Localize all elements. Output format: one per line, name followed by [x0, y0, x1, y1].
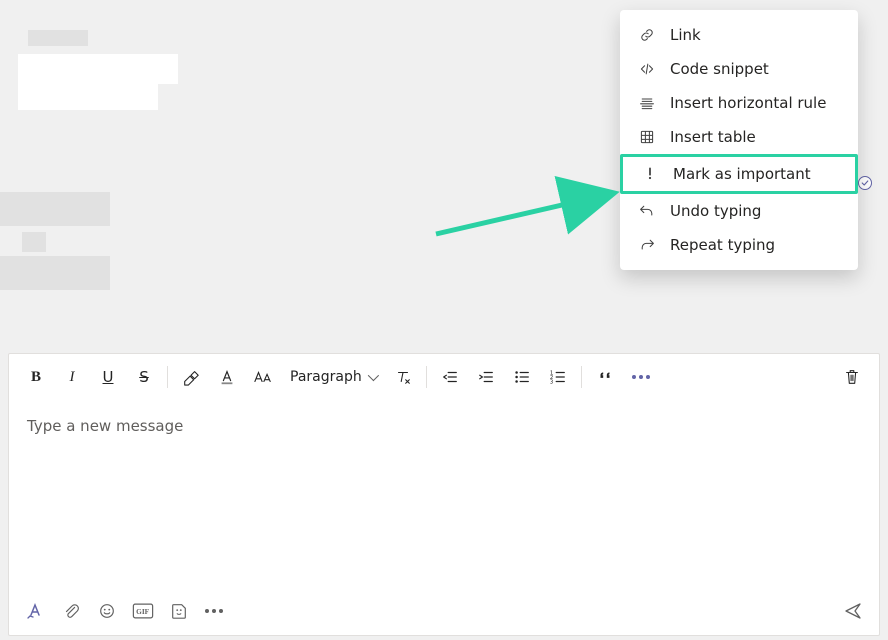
menu-item-label: Insert horizontal rule	[670, 94, 826, 112]
clear-formatting-button[interactable]	[386, 360, 420, 394]
menu-item-insert-hr[interactable]: Insert horizontal rule	[620, 86, 858, 120]
more-options-button[interactable]	[624, 360, 658, 394]
compose-box: B I U S Paragraph 123	[8, 353, 880, 636]
delete-button[interactable]	[835, 360, 869, 394]
menu-item-label: Link	[670, 26, 701, 44]
more-icon	[632, 375, 650, 379]
menu-item-insert-table[interactable]: Insert table	[620, 120, 858, 154]
underline-button[interactable]: U	[91, 360, 125, 394]
more-apps-button[interactable]	[201, 609, 227, 613]
numbered-list-button[interactable]: 123	[541, 360, 575, 394]
menu-item-repeat[interactable]: Repeat typing	[620, 228, 858, 262]
separator	[167, 366, 168, 388]
horizontal-rule-icon	[638, 94, 656, 112]
table-icon	[638, 128, 656, 146]
quote-button[interactable]	[588, 360, 622, 394]
emoji-button[interactable]	[93, 597, 121, 625]
menu-item-label: Mark as important	[673, 165, 811, 183]
undo-icon	[638, 202, 656, 220]
font-color-button[interactable]	[210, 360, 244, 394]
attach-button[interactable]	[57, 597, 85, 625]
format-toolbar: B I U S Paragraph 123	[9, 354, 879, 401]
gif-button[interactable]: GIF	[129, 597, 157, 625]
strikethrough-button[interactable]: S	[127, 360, 161, 394]
paragraph-label: Paragraph	[290, 369, 362, 385]
separator	[581, 366, 582, 388]
menu-item-undo[interactable]: Undo typing	[620, 194, 858, 228]
redo-icon	[638, 236, 656, 254]
menu-item-link[interactable]: Link	[620, 18, 858, 52]
important-icon	[641, 165, 659, 183]
menu-item-label: Undo typing	[670, 202, 761, 220]
menu-item-label: Repeat typing	[670, 236, 775, 254]
seen-indicator	[858, 176, 872, 190]
compose-actions: GIF	[9, 591, 879, 635]
menu-item-mark-important[interactable]: Mark as important	[620, 154, 858, 194]
message-input[interactable]: Type a new message	[9, 401, 879, 591]
menu-item-label: Insert table	[670, 128, 756, 146]
code-icon	[638, 60, 656, 78]
italic-button[interactable]: I	[55, 360, 89, 394]
bold-button[interactable]: B	[19, 360, 53, 394]
highlight-button[interactable]	[174, 360, 208, 394]
send-button[interactable]	[839, 597, 867, 625]
outdent-button[interactable]	[433, 360, 467, 394]
paragraph-style-picker[interactable]: Paragraph	[282, 360, 384, 394]
menu-item-code-snippet[interactable]: Code snippet	[620, 52, 858, 86]
sticker-button[interactable]	[165, 597, 193, 625]
svg-text:GIF: GIF	[136, 607, 150, 616]
bullet-list-button[interactable]	[505, 360, 539, 394]
chevron-down-icon	[367, 370, 378, 381]
format-context-menu: Link Code snippet Insert horizontal rule…	[620, 10, 858, 270]
menu-item-label: Code snippet	[670, 60, 769, 78]
indent-button[interactable]	[469, 360, 503, 394]
separator	[426, 366, 427, 388]
format-toggle-button[interactable]	[21, 597, 49, 625]
font-size-button[interactable]	[246, 360, 280, 394]
link-icon	[638, 26, 656, 44]
svg-text:3: 3	[550, 379, 553, 385]
